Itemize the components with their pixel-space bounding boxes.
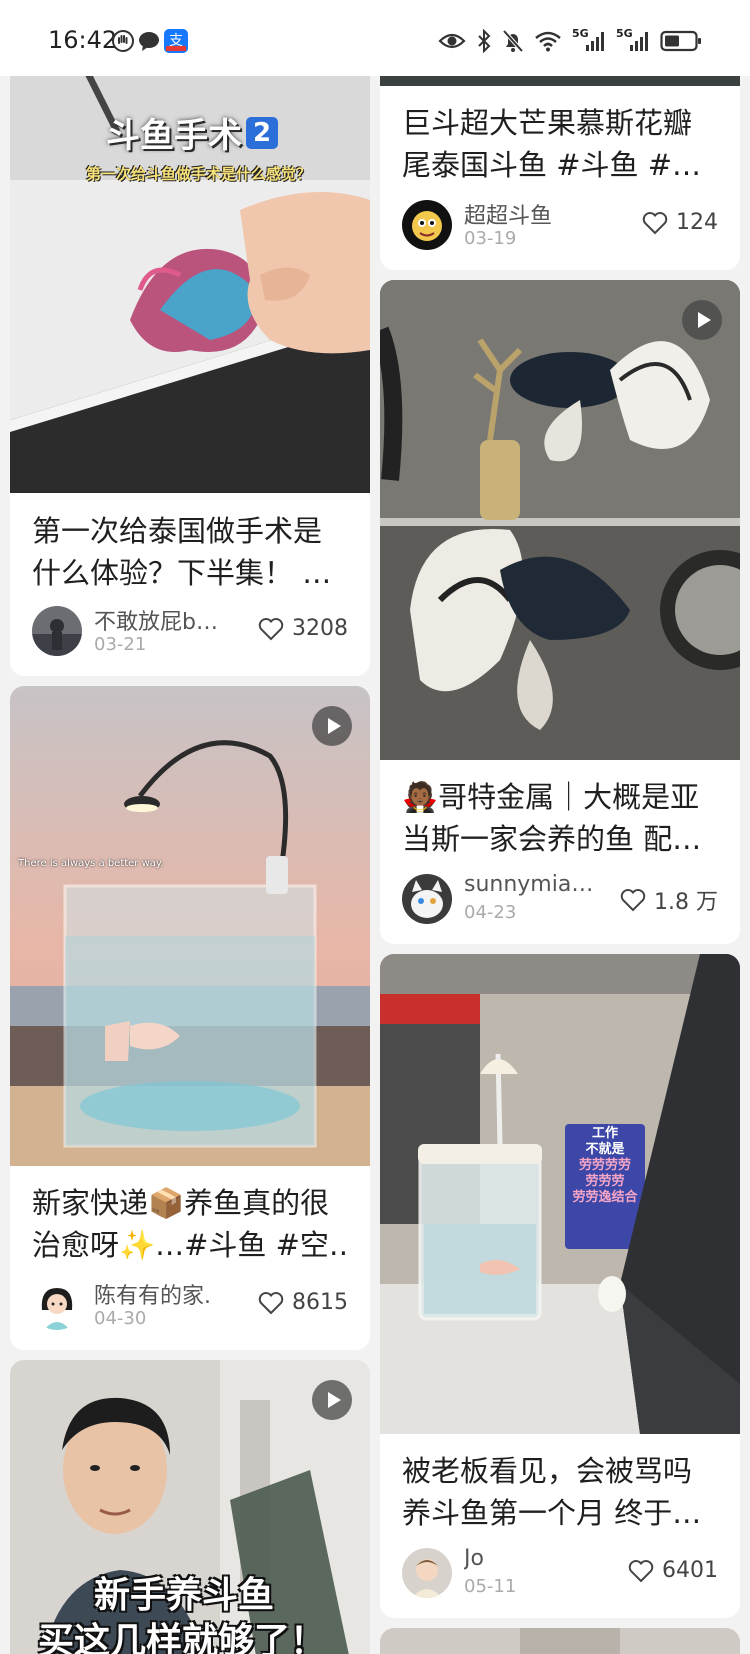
avatar[interactable]	[402, 874, 452, 924]
feed-card-1[interactable]: 斗鱼手术 2 第一次给斗鱼做手术是什么感觉？ 第一次给泰国做手术是 什么体验？下…	[10, 60, 370, 676]
post-date: 03-19	[464, 228, 517, 249]
poster-line-2: 不就是	[585, 1142, 625, 1157]
poster-line-5: 劳劳逸结合	[572, 1190, 638, 1205]
post-date: 05-11	[464, 1576, 517, 1597]
like-count: 124	[676, 210, 718, 235]
card-title-line-1: 巨斗超大芒果慕斯花瓣	[402, 106, 693, 140]
battery-icon	[660, 28, 702, 54]
tank-image	[10, 686, 370, 1166]
avatar[interactable]	[32, 1280, 82, 1330]
feed-card-3[interactable]: 新手养斗鱼 买这几样就够了！	[10, 1360, 370, 1654]
like-count: 1.8 万	[654, 890, 718, 915]
card-title[interactable]: 新家快递📦养鱼真的很 治愈呀✨…#斗鱼 #空…	[32, 1182, 350, 1266]
next-card-image	[380, 1628, 740, 1654]
card-image[interactable]: 斗鱼手术 2 第一次给斗鱼做手术是什么感觉？	[10, 60, 370, 493]
heart-icon	[258, 1291, 284, 1314]
status-time: 16:42	[48, 26, 118, 54]
feed-card-2[interactable]: There is always a better way. 新家快递📦养鱼真的很…	[10, 686, 370, 1350]
overlay-title-text: 斗鱼手术	[106, 116, 242, 156]
card-image[interactable]: There is always a better way.	[10, 686, 370, 1166]
gothic-betta-image	[380, 280, 740, 760]
author-name[interactable]: 超超斗鱼	[464, 198, 552, 230]
overlay-line-1: 新手养斗鱼	[94, 1575, 275, 1616]
card-title-line-2: 治愈呀✨…#斗鱼 #空…	[32, 1228, 350, 1262]
card-title-line-1: 新家快递📦养鱼真的很	[32, 1186, 330, 1220]
signal-5g-label-2: 5G	[616, 27, 633, 40]
heart-icon	[628, 1559, 654, 1582]
card-image[interactable]	[380, 280, 740, 760]
card-title-line-1: 🧛🏾哥特金属｜大概是亚	[402, 780, 700, 814]
feed-card-4[interactable]: 巨斗超大芒果慕斯花瓣 尾泰国斗鱼 #斗鱼 #… 超超斗鱼 03-19 124	[380, 60, 740, 270]
like-button[interactable]: 8615	[258, 1290, 348, 1315]
wifi-icon	[534, 28, 562, 54]
overlay-line-2: 买这几样就够了！	[38, 1621, 327, 1654]
card-title-line-2: 养斗鱼第一个月 终于…	[402, 1496, 702, 1530]
play-icon[interactable]	[312, 706, 352, 746]
card-meta: 陈有有的家. 04-30 8615	[32, 1278, 348, 1334]
card-title[interactable]: 巨斗超大芒果慕斯花瓣 尾泰国斗鱼 #斗鱼 #…	[402, 102, 720, 186]
card-title-line-2: 尾泰国斗鱼 #斗鱼 #…	[402, 148, 702, 182]
hand-icon	[112, 30, 134, 52]
avatar[interactable]	[402, 1548, 452, 1598]
overlay-title: 斗鱼手术 2	[106, 108, 278, 157]
card-title-line-2: 当斯一家会养的鱼 配…	[402, 822, 702, 856]
card-meta: 不敢放屁b… 03-21 3208	[32, 604, 348, 660]
card-title-line-1: 被老板看见，会被骂吗	[402, 1454, 693, 1488]
author-name[interactable]: 陈有有的家.	[94, 1278, 211, 1310]
play-icon[interactable]	[312, 1380, 352, 1420]
card-meta: Jo 05-11 6401	[402, 1546, 718, 1602]
office-tank-image	[380, 954, 740, 1434]
post-date: 04-30	[94, 1308, 147, 1329]
play-icon[interactable]	[682, 300, 722, 340]
eye-icon	[438, 28, 466, 54]
author-name[interactable]: sunnymia…	[464, 872, 593, 897]
poster-line-1: 工作	[591, 1126, 618, 1141]
card-title[interactable]: 被老板看见，会被骂吗 养斗鱼第一个月 终于…	[402, 1450, 720, 1534]
alipay-icon: 支	[164, 29, 188, 53]
avatar[interactable]	[32, 606, 82, 656]
desk-poster: 工作 不就是 劳劳劳劳 劳劳劳 劳劳逸结合	[566, 1126, 644, 1206]
like-button[interactable]: 6401	[628, 1558, 718, 1583]
card-title-line-2: 什么体验？下半集！ …	[32, 556, 332, 590]
message-icon	[138, 30, 160, 52]
avatar[interactable]	[402, 200, 452, 250]
like-count: 3208	[292, 616, 348, 641]
post-date: 04-23	[464, 902, 517, 923]
like-button[interactable]: 3208	[258, 616, 348, 641]
signal-5g-icon-2: 5G	[616, 28, 650, 54]
card-image[interactable]: 工作 不就是 劳劳劳劳 劳劳劳 劳劳逸结合	[380, 954, 740, 1434]
heart-icon	[258, 617, 284, 640]
heart-icon	[642, 211, 668, 234]
feed-card-6[interactable]: 工作 不就是 劳劳劳劳 劳劳劳 劳劳逸结合 被老板看见，会被骂吗 养斗鱼第一个月…	[380, 954, 740, 1618]
like-count: 6401	[662, 1558, 718, 1583]
card-title[interactable]: 🧛🏾哥特金属｜大概是亚 当斯一家会养的鱼 配…	[402, 776, 720, 860]
bluetooth-icon	[476, 28, 492, 54]
card-meta: sunnymia… 04-23 1.8 万	[402, 872, 718, 928]
post-date: 03-21	[94, 634, 147, 655]
status-bar: 16:42 支 5G 5G	[0, 0, 750, 76]
card-image[interactable]: 新手养斗鱼 买这几样就够了！	[10, 1360, 370, 1654]
feed-card-7[interactable]	[380, 1628, 740, 1654]
overlay-caption: There is always a better way.	[18, 858, 164, 869]
author-name[interactable]: Jo	[464, 1546, 484, 1571]
overlay-subtitle: 第一次给斗鱼做手术是什么感觉？	[86, 165, 312, 183]
alipay-icon-text: 支	[169, 33, 183, 49]
card-title-line-1: 第一次给泰国做手术是	[32, 514, 323, 548]
feed-card-5[interactable]: 🧛🏾哥特金属｜大概是亚 当斯一家会养的鱼 配… sunnymia… 04-23 …	[380, 280, 740, 944]
poster-line-3: 劳劳劳劳	[578, 1158, 631, 1173]
poster-line-4: 劳劳劳	[585, 1174, 625, 1189]
author-name[interactable]: 不敢放屁b…	[94, 604, 218, 636]
like-button[interactable]: 1.8 万	[620, 884, 718, 916]
signal-5g-label: 5G	[572, 27, 589, 40]
heart-icon	[620, 889, 646, 912]
like-count: 8615	[292, 1290, 348, 1315]
mute-bell-icon	[502, 28, 524, 54]
card-meta: 超超斗鱼 03-19 124	[402, 198, 718, 254]
card-image[interactable]	[380, 1628, 740, 1654]
signal-5g-icon: 5G	[572, 28, 606, 54]
status-icons: 5G 5G	[438, 28, 702, 54]
like-button[interactable]: 124	[642, 210, 718, 235]
overlay-badge: 2	[246, 116, 278, 149]
card-title[interactable]: 第一次给泰国做手术是 什么体验？下半集！ …	[32, 510, 350, 594]
